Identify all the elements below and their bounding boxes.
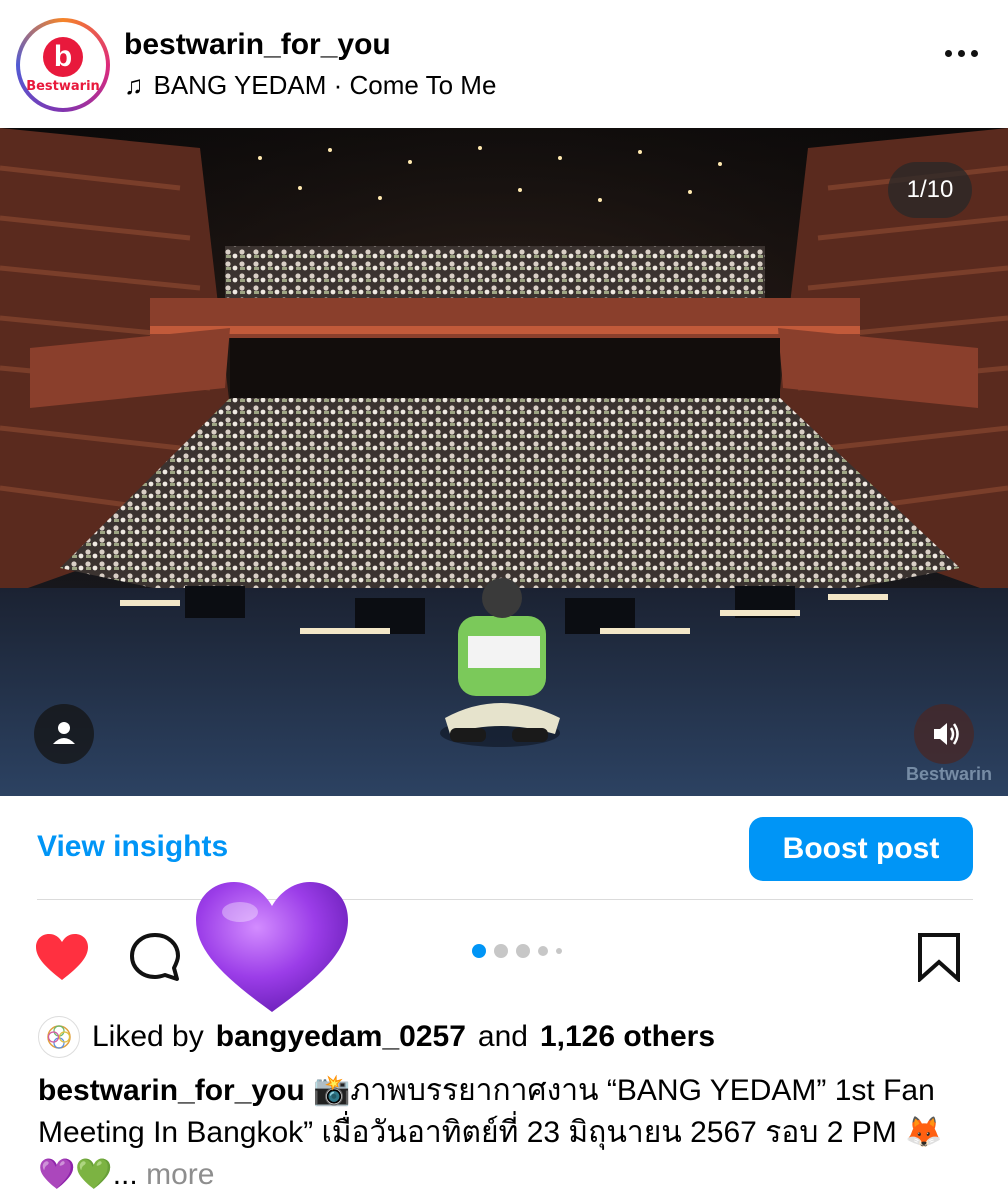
bookmark-icon[interactable] <box>916 932 962 987</box>
likes-others[interactable]: 1,126 others <box>540 1020 715 1054</box>
music-track-label: BANG YEDAM · Come To Me <box>153 70 497 100</box>
carousel-counter: 1/10 <box>888 162 972 218</box>
liker-username[interactable]: bangyedam_0257 <box>216 1020 466 1054</box>
concert-hall-image <box>0 128 1008 796</box>
photo-watermark: Bestwarin <box>905 764 992 784</box>
carousel-dot <box>494 944 508 958</box>
post-caption: bestwarin_for_you 📸ภาพบรรยากาศงาน “BANG … <box>38 1070 974 1196</box>
post-username[interactable]: bestwarin_for_you <box>124 28 391 62</box>
carousel-dot <box>556 948 562 954</box>
likes-prefix: Liked by <box>92 1020 204 1053</box>
liker-avatar[interactable] <box>38 1016 80 1058</box>
caption-more-link[interactable]: more <box>146 1158 214 1191</box>
purple-heart-icon <box>192 878 352 1023</box>
post-photo[interactable]: 1/10 Bestwarin <box>0 128 1008 796</box>
carousel-indicator <box>472 944 562 958</box>
music-note-icon: ♫ <box>124 70 144 100</box>
music-track[interactable]: ♫ BANG YEDAM · Come To Me <box>124 70 496 101</box>
carousel-dot-active <box>472 944 486 958</box>
likes-summary[interactable]: Liked by bangyedam_0257 and 1,126 others <box>38 1016 715 1058</box>
speaker-icon[interactable] <box>914 704 974 764</box>
comment-icon[interactable] <box>128 930 184 991</box>
view-insights-link[interactable]: View insights <box>37 830 228 864</box>
avatar-logo: b Bestwarin <box>20 22 106 108</box>
post-header: b Bestwarin bestwarin_for_you ♫ BANG YED… <box>0 0 1008 128</box>
caption-username[interactable]: bestwarin_for_you <box>38 1074 305 1107</box>
person-icon[interactable] <box>34 704 94 764</box>
carousel-dot <box>538 946 548 956</box>
caption-ellipsis: ... <box>112 1158 138 1191</box>
profile-avatar[interactable]: b Bestwarin <box>16 18 110 112</box>
brand-logo-letter: b <box>43 36 83 77</box>
boost-post-button[interactable]: Boost post <box>749 817 973 881</box>
divider <box>37 899 973 900</box>
more-options-icon[interactable] <box>945 50 978 57</box>
likes-and: and <box>477 1020 528 1053</box>
carousel-dot <box>516 944 530 958</box>
heart-filled-icon[interactable] <box>34 932 90 987</box>
brand-logo-text: Bestwarin <box>26 78 100 94</box>
